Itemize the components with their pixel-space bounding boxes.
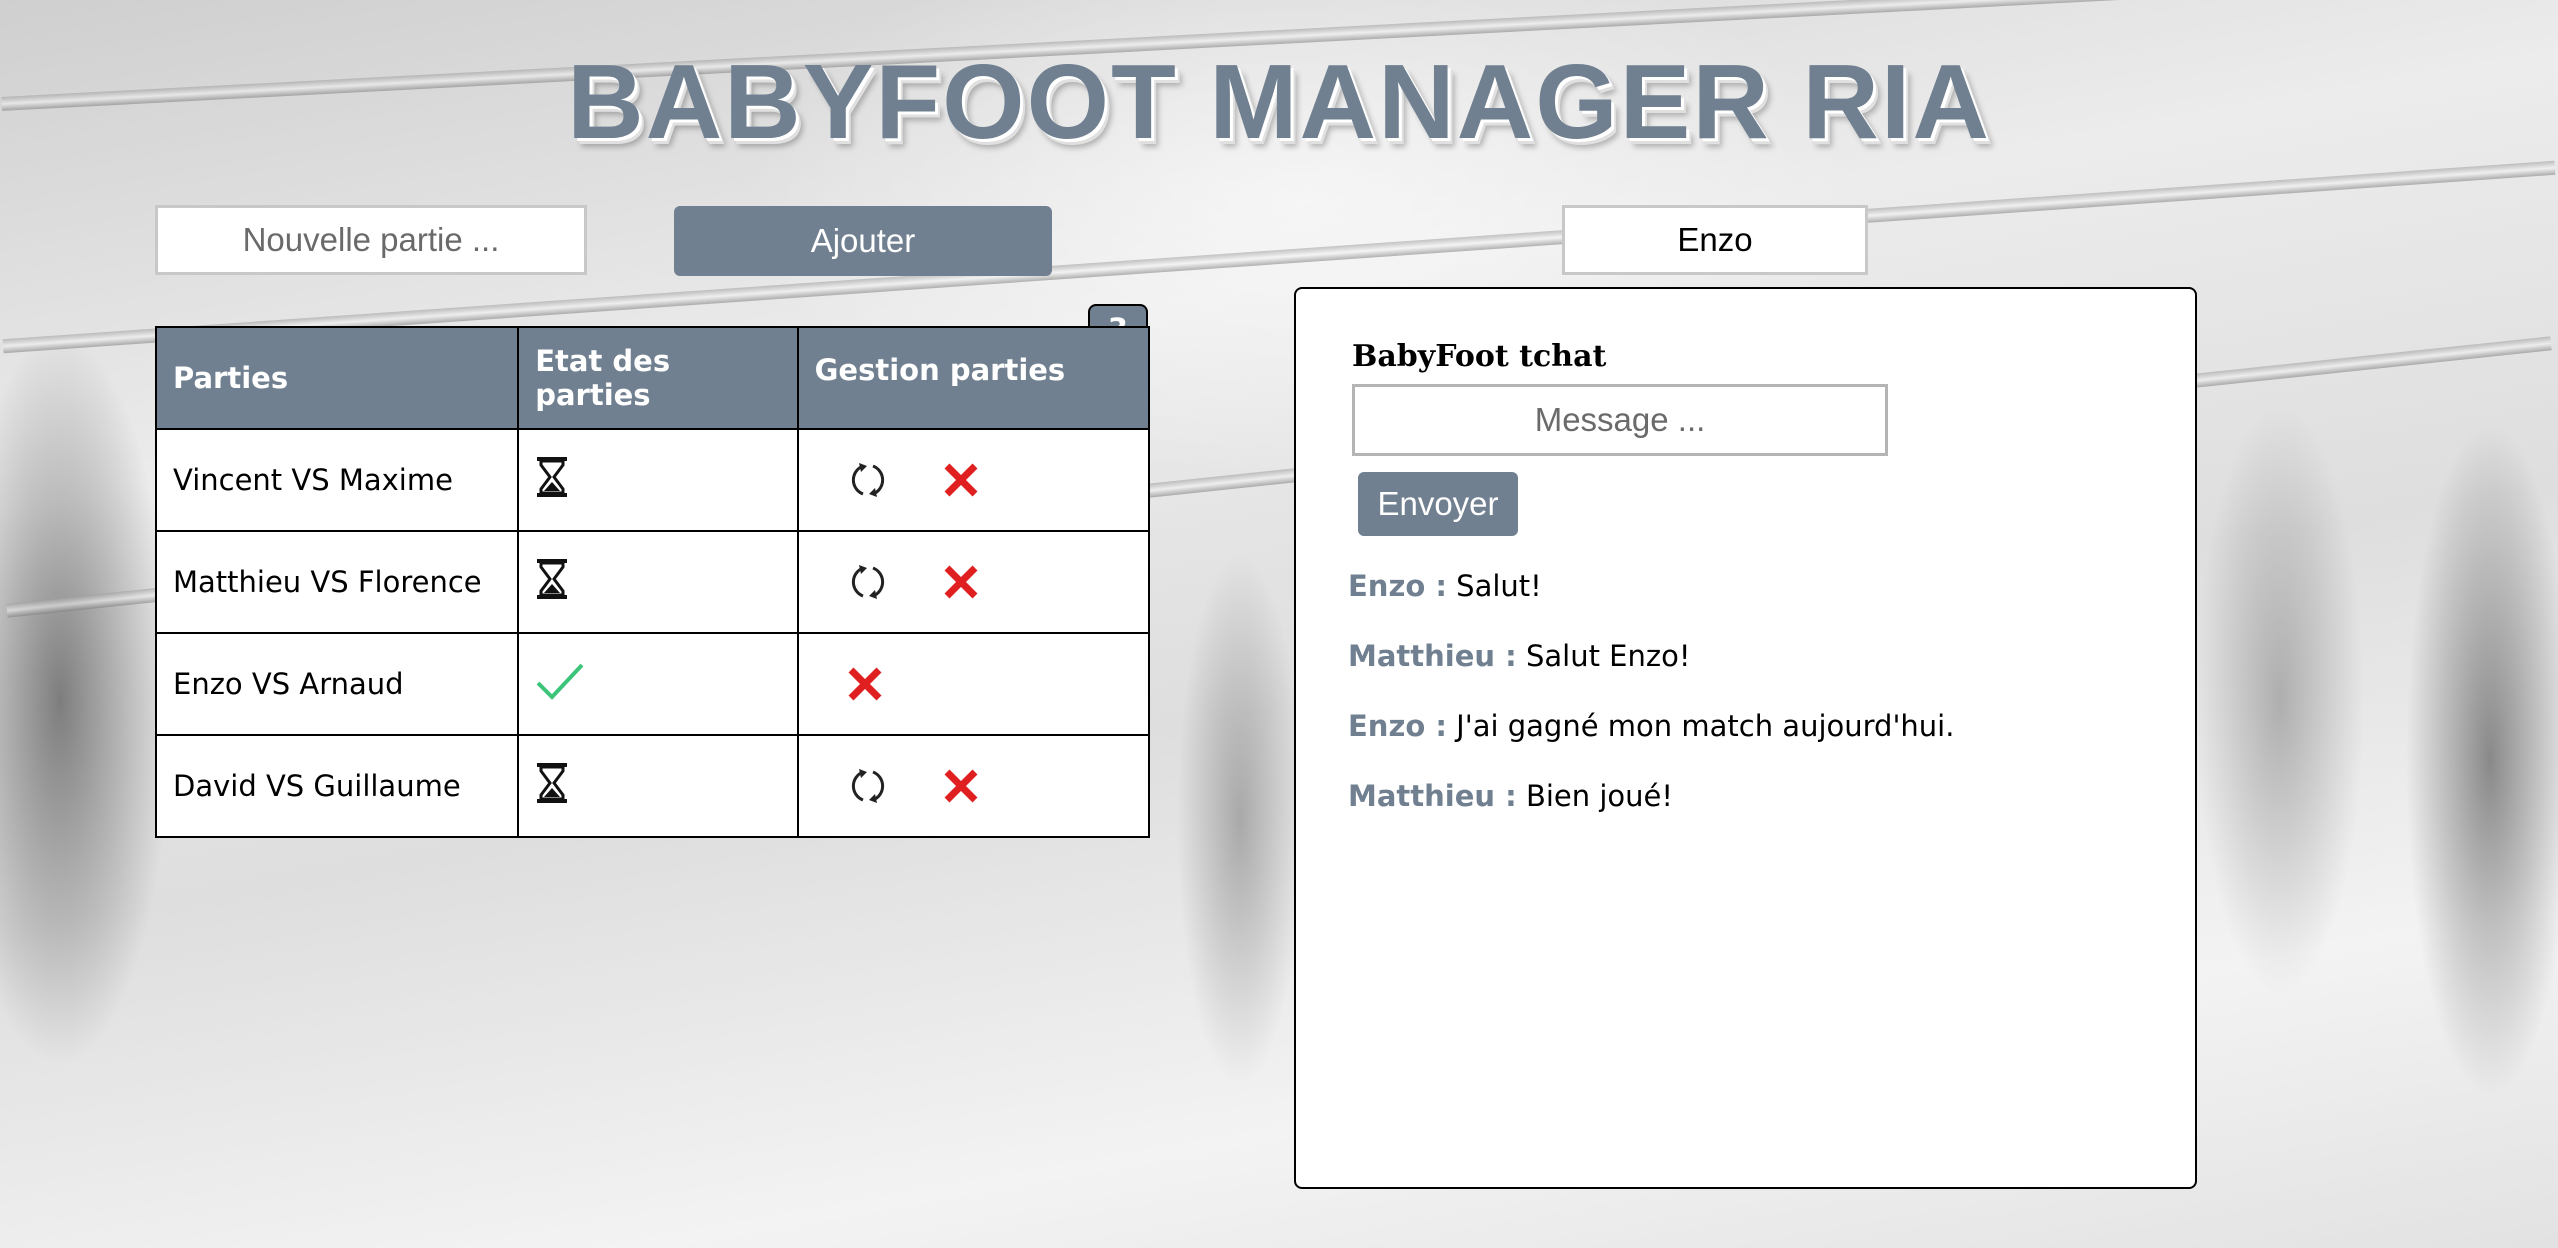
delete-icon[interactable]: [941, 562, 981, 602]
game-state: [517, 530, 799, 634]
checkmark-icon: [535, 661, 585, 701]
refresh-icon[interactable]: [845, 460, 891, 500]
hourglass-icon: [535, 761, 569, 805]
chat-message: Enzo : J'ai gagné mon match aujourd'hui.: [1348, 709, 2168, 779]
table-row: David VS Guillaume: [154, 734, 1151, 838]
header-gestion: Gestion parties: [796, 326, 1151, 430]
delete-icon[interactable]: [845, 664, 885, 704]
message-text: J'ai gagné mon match aujourd'hui.: [1456, 709, 1955, 743]
message-text: Bien joué!: [1525, 779, 1674, 813]
refresh-icon[interactable]: [845, 562, 891, 602]
new-game-input[interactable]: [155, 205, 587, 275]
chat-message: Matthieu : Salut Enzo!: [1348, 639, 2168, 709]
header-gestion-label: Gestion parties: [814, 353, 1066, 387]
game-state: [517, 428, 799, 532]
game-name: Vincent VS Maxime: [154, 428, 520, 532]
header-etat: Etat des parties: [517, 326, 799, 430]
game-state: [517, 632, 799, 736]
delete-icon[interactable]: [941, 460, 981, 500]
chat-message: Matthieu : Bien joué!: [1348, 779, 2168, 849]
table-row: Matthieu VS Florence: [154, 530, 1151, 634]
send-button[interactable]: Envoyer: [1358, 472, 1518, 536]
game-name: Enzo VS Arnaud: [154, 632, 520, 736]
games-table: Parties Etat des parties Gestion parties…: [154, 326, 1151, 838]
game-actions: [796, 428, 1151, 532]
game-name: David VS Guillaume: [154, 734, 520, 838]
username-input[interactable]: [1562, 205, 1868, 275]
header-parties: Parties: [154, 326, 520, 430]
chat-title: BabyFoot tchat: [1352, 339, 1607, 374]
message-text: Salut!: [1456, 569, 1542, 603]
delete-icon[interactable]: [941, 766, 981, 806]
message-author: Enzo :: [1348, 709, 1447, 743]
hourglass-icon: [535, 455, 569, 499]
add-game-button[interactable]: Ajouter: [674, 206, 1052, 276]
refresh-icon[interactable]: [845, 766, 891, 806]
message-author: Matthieu :: [1348, 639, 1517, 673]
game-actions: [796, 632, 1151, 736]
chat-message: Enzo : Salut!: [1348, 569, 2168, 639]
hourglass-icon: [535, 557, 569, 601]
game-name: Matthieu VS Florence: [154, 530, 520, 634]
table-header-row: Parties Etat des parties Gestion parties: [154, 326, 1151, 430]
message-author: Matthieu :: [1348, 779, 1517, 813]
message-text: Salut Enzo!: [1525, 639, 1691, 673]
chat-messages: Enzo : Salut! Matthieu : Salut Enzo! Enz…: [1348, 569, 2168, 849]
table-row: Enzo VS Arnaud: [154, 632, 1151, 736]
message-input[interactable]: [1352, 384, 1888, 456]
page-title: BABYFOOT MANAGER RIA: [567, 43, 1991, 161]
message-author: Enzo :: [1348, 569, 1447, 603]
game-actions: [796, 530, 1151, 634]
game-actions: [796, 734, 1151, 838]
game-state: [517, 734, 799, 838]
chat-panel: BabyFoot tchat Envoyer Enzo : Salut! Mat…: [1294, 287, 2197, 1189]
table-row: Vincent VS Maxime: [154, 428, 1151, 532]
